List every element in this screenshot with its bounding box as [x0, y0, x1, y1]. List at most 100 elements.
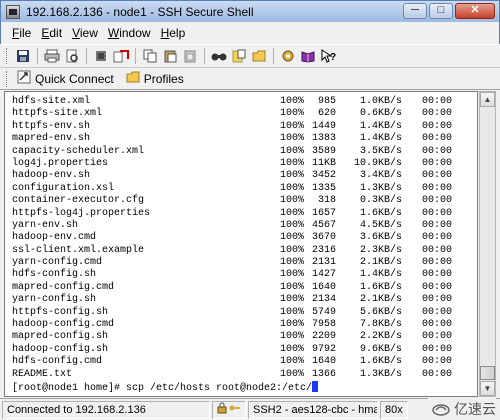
transfer-time: 00:00 — [421, 133, 452, 145]
transfer-row: hdfs-site.xml 100% 985 1.0KB/s 00:00 — [12, 96, 477, 108]
file-name: httpfs-log4j.properties — [12, 207, 151, 219]
quick-connect-button[interactable]: Quick Connect — [13, 69, 122, 89]
transfer-percent: 100% — [280, 331, 305, 343]
svg-text:?: ? — [330, 52, 336, 63]
file-name: configuration.xsl — [12, 182, 115, 194]
transfer-time: 00:00 — [421, 157, 452, 169]
transfer-row: httpfs-site.xml 100% 620 0.6KB/s 00:00 — [12, 108, 477, 120]
transfer-row: ssl-client.xml.example 100% 2316 2.3KB/s 00:… — [12, 245, 477, 257]
file-name: log4j.properties — [12, 157, 109, 169]
vertical-scrollbar[interactable]: ▲ ▼ — [479, 91, 496, 397]
transfer-rate: 1.3KB/s — [359, 368, 402, 380]
transfer-rate: 10.9KB/s — [353, 157, 402, 169]
file-name: hadoop-env.sh — [12, 170, 91, 182]
file-name: yarn-config.sh — [12, 294, 97, 306]
status-bar: Connected to 192.168.2.136 SSH2 - aes128… — [0, 398, 500, 420]
command-prompt-line: [root@node1 home]# scp /etc/hosts root@n… — [12, 380, 477, 394]
file-size: 7958 — [311, 319, 336, 331]
menu-mnemonic: H — [160, 26, 170, 40]
file-size: 3589 — [311, 145, 336, 157]
transfer-percent: 100% — [280, 306, 305, 318]
transfer-row: hadoop-env.cmd 100% 3670 3.6KB/s 00:00 — [12, 232, 477, 244]
transfer-percent: 100% — [280, 281, 305, 293]
key-icon — [229, 403, 241, 416]
file-size: 11KB — [311, 157, 336, 169]
book-icon[interactable] — [299, 47, 317, 65]
transfer-time: 00:00 — [421, 269, 452, 281]
file-name: hdfs-config.cmd — [12, 356, 103, 368]
quick-connect-label: Quick Connect — [35, 71, 114, 86]
settings-icon[interactable] — [279, 47, 297, 65]
file-size: 2209 — [311, 331, 336, 343]
terminal-output[interactable]: hdfs-site.xml 100% 985 1.0KB/s 00:00 httpfs-s… — [4, 91, 478, 397]
file-size: 1640 — [311, 356, 336, 368]
menu-label: elp — [169, 26, 186, 40]
copy-icon[interactable] — [141, 47, 159, 65]
transfer-row: httpfs-log4j.properties 100% 1657 1.6KB/s 00… — [12, 208, 477, 220]
transfer-time: 00:00 — [421, 145, 452, 157]
security-status — [212, 400, 246, 419]
transfer-time: 00:00 — [421, 108, 452, 120]
menu-edit[interactable]: Edit — [36, 24, 67, 42]
file-name: capacity-scheduler.xml — [12, 145, 145, 157]
transfer-percent: 100% — [280, 356, 305, 368]
transfer-rate: 5.6KB/s — [359, 306, 402, 318]
scroll-down-arrow-icon[interactable]: ▼ — [480, 381, 495, 396]
disconnect-icon[interactable] — [92, 47, 110, 65]
transfer-rate: 1.6KB/s — [359, 356, 402, 368]
file-size: 2134 — [311, 294, 336, 306]
transfer-percent: 100% — [280, 368, 305, 380]
transfer-rate: 1.0KB/s — [359, 96, 402, 107]
folder-icon[interactable] — [250, 47, 268, 65]
scroll-up-arrow-icon[interactable]: ▲ — [480, 92, 495, 107]
title-bar: 192.168.2.136 - node1 - SSH Secure Shell… — [0, 0, 500, 22]
paste-special-icon[interactable] — [181, 47, 199, 65]
transfer-percent: 100% — [280, 269, 305, 281]
save-icon[interactable] — [14, 47, 32, 65]
print-icon[interactable] — [43, 47, 61, 65]
transfer-time: 00:00 — [421, 331, 452, 343]
maximize-button[interactable]: □ — [429, 3, 453, 19]
toolbar-grip[interactable] — [6, 70, 9, 87]
transfer-time: 00:00 — [421, 281, 452, 293]
file-size: 1640 — [311, 281, 336, 293]
find-icon[interactable] — [210, 47, 228, 65]
file-size: 318 — [317, 195, 336, 207]
transfer-time: 00:00 — [421, 306, 452, 318]
transfer-time: 00:00 — [421, 244, 452, 256]
transfer-row: mapred-config.sh 100% 2209 2.2KB/s 00:00 — [12, 331, 477, 343]
transfer-row: log4j.properties 100% 11KB 10.9KB/s 00:00 — [12, 158, 477, 170]
help-icon[interactable]: ? — [319, 47, 337, 65]
file-transfer-icon[interactable] — [112, 47, 130, 65]
file-size: 620 — [317, 108, 336, 120]
profiles-button[interactable]: Profiles — [122, 69, 192, 89]
file-name: httpfs-env.sh — [12, 120, 91, 132]
scrollbar-thumb[interactable] — [480, 366, 495, 380]
minimize-button[interactable]: ─ — [403, 3, 427, 19]
menu-file[interactable]: File — [7, 24, 36, 42]
transfer-rate: 0.6KB/s — [359, 108, 402, 120]
menu-window[interactable]: Window — [103, 24, 156, 42]
close-button[interactable]: ✕ — [455, 3, 495, 19]
transfer-time: 00:00 — [421, 294, 452, 306]
menu-bar: File Edit View Window Help — [0, 22, 500, 44]
file-size: 1366 — [311, 368, 336, 380]
menu-help[interactable]: Help — [156, 24, 191, 42]
file-size: 985 — [317, 96, 336, 107]
transfer-time: 00:00 — [421, 207, 452, 219]
find-file-icon[interactable] — [63, 47, 81, 65]
transfer-rate: 2.1KB/s — [359, 257, 402, 269]
new-file-transfer-icon[interactable] — [230, 47, 248, 65]
transfer-time: 00:00 — [421, 219, 452, 231]
menu-view[interactable]: View — [67, 24, 103, 42]
transfer-percent: 100% — [280, 207, 305, 219]
paste-icon[interactable] — [161, 47, 179, 65]
menu-label: indow — [119, 26, 151, 40]
folder-icon — [126, 71, 140, 86]
toolbar-separator — [204, 48, 205, 64]
transfer-rate: 1.6KB/s — [359, 281, 402, 293]
quick-connect-icon — [17, 70, 31, 87]
transfer-percent: 100% — [280, 294, 305, 306]
toolbar-grip[interactable] — [6, 48, 9, 64]
watermark-text: 亿速云 — [454, 401, 496, 417]
